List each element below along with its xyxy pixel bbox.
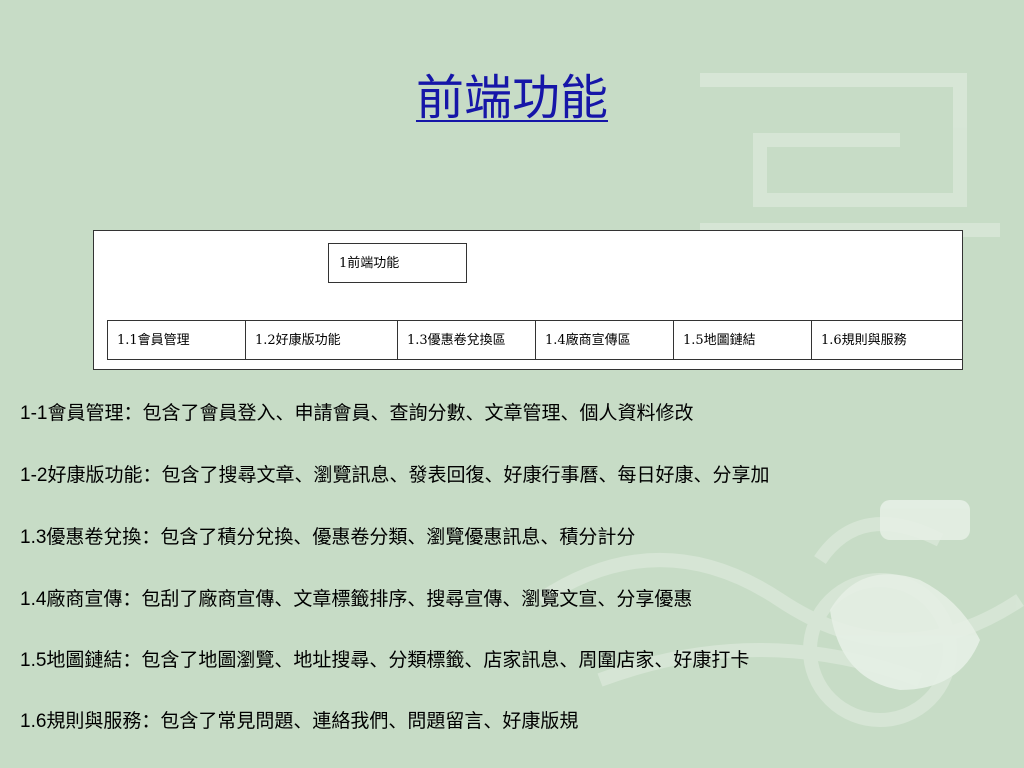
description-text: 會員管理：包含了會員登入、申請會員、查詢分數、文章管理、個人資料修改	[47, 402, 694, 424]
diagram-node-rules-services: 1.6規則與服務	[811, 320, 963, 360]
description-number: 1.4	[20, 589, 47, 610]
diagram-node-vendor-promotion: 1.4廠商宣傳區	[535, 320, 674, 360]
diagram-node-map-links: 1.5地圖鏈結	[673, 320, 812, 360]
diagram-node-board-functions: 1.2好康版功能	[245, 320, 398, 360]
diagram-node-member-management: 1.1會員管理	[107, 320, 246, 360]
description-number: 1.5	[20, 650, 47, 671]
description-number: 1-2	[20, 465, 48, 486]
description-number: 1-1	[20, 403, 48, 424]
slide-title: 前端功能	[415, 70, 608, 126]
description-line: 1.5地圖鏈結：包含了地圖瀏覽、地址搜尋、分類標籤、店家訊息、周圍店家、好康打卡	[20, 645, 1024, 672]
description-number: 1.3	[20, 527, 47, 548]
description-line: 1.3優惠卷兌換：包含了積分兌換、優惠卷分類、瀏覽優惠訊息、積分計分	[20, 522, 1024, 549]
description-text: 規則與服務：包含了常見問題、連絡我們、問題留言、好康版規	[46, 710, 579, 732]
description-text: 優惠卷兌換：包含了積分兌換、優惠卷分類、瀏覽優惠訊息、積分計分	[46, 526, 636, 548]
description-line: 1-2好康版功能：包含了搜尋文章、瀏覽訊息、發表回復、好康行事曆、每日好康、分享…	[20, 460, 1024, 487]
description-line: 1.6規則與服務：包含了常見問題、連絡我們、問題留言、好康版規	[20, 706, 1024, 733]
function-hierarchy-diagram: 1前端功能 1.1會員管理 1.2好康版功能 1.3優惠卷兌換區 1.4廠商宣傳…	[93, 230, 963, 370]
diagram-node-coupon-redemption: 1.3優惠卷兌換區	[397, 320, 536, 360]
description-line: 1-1會員管理：包含了會員登入、申請會員、查詢分數、文章管理、個人資料修改	[20, 398, 1024, 425]
diagram-root-node: 1前端功能	[328, 243, 467, 283]
description-line: 1.4廠商宣傳：包刮了廠商宣傳、文章標籤排序、搜尋宣傳、瀏覽文宣、分享優惠	[20, 584, 1024, 611]
description-text: 地圖鏈結：包含了地圖瀏覽、地址搜尋、分類標籤、店家訊息、周圍店家、好康打卡	[46, 649, 750, 671]
description-text: 好康版功能：包含了搜尋文章、瀏覽訊息、發表回復、好康行事曆、每日好康、分享加	[47, 464, 770, 486]
description-text: 廠商宣傳：包刮了廠商宣傳、文章標籤排序、搜尋宣傳、瀏覽文宣、分享優惠	[46, 588, 693, 610]
description-number: 1.6	[20, 711, 47, 732]
